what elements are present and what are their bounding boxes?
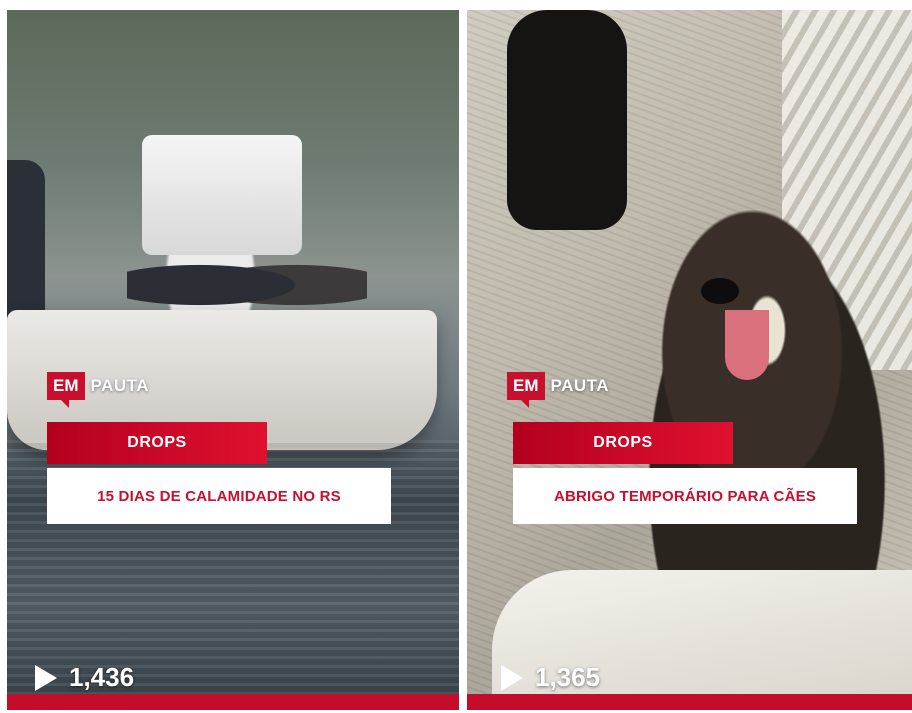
brand-text: PAUTA: [550, 376, 610, 395]
cooler-box: [142, 135, 302, 255]
view-count: 1,436: [35, 662, 134, 693]
smiling-dog: [617, 180, 912, 610]
brand-logo: EM PAUTA: [47, 372, 150, 408]
reel-card-flood[interactable]: EM PAUTA DROPS 15 DIAS DE CALAMIDADE NO …: [7, 10, 459, 710]
bottom-bar: [7, 694, 459, 710]
dog-shelter-photo: [467, 10, 912, 710]
brand-mark: EM: [507, 372, 545, 408]
brand-text: PAUTA: [90, 376, 150, 395]
dog-nose: [701, 278, 739, 304]
headline-label: 15 DIAS DE CALAMIDADE NO RS: [47, 468, 391, 524]
play-icon: [501, 664, 523, 691]
view-count-value: 1,365: [535, 662, 601, 692]
play-icon: [35, 664, 57, 691]
dog-tongue: [725, 310, 769, 380]
category-label: DROPS: [513, 422, 733, 464]
category-label: DROPS: [47, 422, 267, 464]
person-figure: [7, 160, 45, 330]
brand-logo: EM PAUTA: [507, 372, 610, 408]
bottom-bar: [467, 694, 912, 710]
view-count: 1,365: [501, 662, 600, 693]
black-dog: [507, 10, 627, 230]
flood-boat-photo: [7, 10, 459, 710]
reel-card-dog-shelter[interactable]: EM PAUTA DROPS ABRIGO TEMPORÁRIO PARA CÃ…: [467, 10, 912, 710]
brand-mark: EM: [47, 372, 85, 408]
headline-label: ABRIGO TEMPORÁRIO PARA CÃES: [513, 468, 857, 524]
view-count-value: 1,436: [69, 662, 135, 692]
